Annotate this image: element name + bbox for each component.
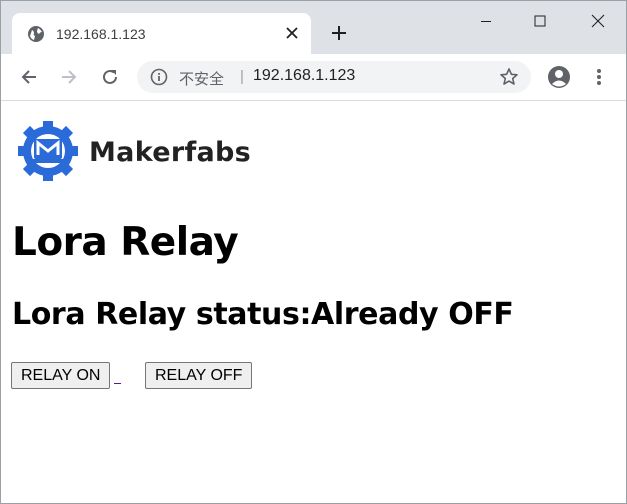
more-vertical-icon (597, 69, 601, 85)
logo-text: Makerfabs (89, 137, 252, 168)
relay-status: Lora Relay status:Already OFF (12, 297, 514, 332)
makerfabs-gear-logo-icon (18, 121, 78, 181)
bookmark-star-icon[interactable] (499, 67, 519, 87)
close-icon (591, 14, 605, 28)
arrow-right-icon (62, 70, 77, 84)
relay-on-button[interactable]: RELAY ON (11, 362, 111, 389)
maximize-button[interactable] (517, 7, 563, 35)
browser-window: 192.168.1.123 不安全 | 192.168.1.123 Makerf… (0, 0, 627, 504)
reload-button[interactable] (98, 65, 122, 89)
makerfabs-logo: Makerfabs (12, 121, 252, 181)
relay-off-button[interactable]: RELAY OFF (145, 362, 253, 389)
account-icon (548, 66, 570, 88)
info-icon[interactable] (150, 68, 168, 86)
address-bar[interactable]: 不安全 | 192.168.1.123 (137, 61, 531, 93)
security-label: 不安全 (179, 71, 225, 88)
link-underline (114, 383, 121, 384)
back-button[interactable] (17, 65, 41, 89)
omnibox-separator: | (240, 68, 244, 85)
minimize-button[interactable] (463, 7, 509, 35)
browser-tab[interactable]: 192.168.1.123 (12, 13, 311, 54)
profile-button[interactable] (547, 65, 571, 89)
url-text[interactable]: 192.168.1.123 (253, 67, 355, 85)
tab-title: 192.168.1.123 (56, 26, 146, 42)
new-tab-icon[interactable] (329, 23, 349, 43)
tab-strip: 192.168.1.123 (1, 1, 626, 54)
maximize-icon (534, 15, 546, 27)
menu-button[interactable] (587, 65, 611, 89)
minimize-icon (481, 21, 491, 22)
close-tab-icon[interactable] (283, 24, 301, 42)
page-title: Lora Relay (12, 220, 239, 265)
close-window-button[interactable] (575, 7, 621, 35)
arrow-left-icon (21, 70, 36, 84)
reload-icon (103, 69, 117, 84)
globe-icon (28, 26, 44, 42)
forward-button[interactable] (57, 65, 81, 89)
page-content: Makerfabs Lora Relay Lora Relay status:A… (1, 101, 626, 503)
browser-toolbar: 不安全 | 192.168.1.123 (1, 54, 626, 101)
